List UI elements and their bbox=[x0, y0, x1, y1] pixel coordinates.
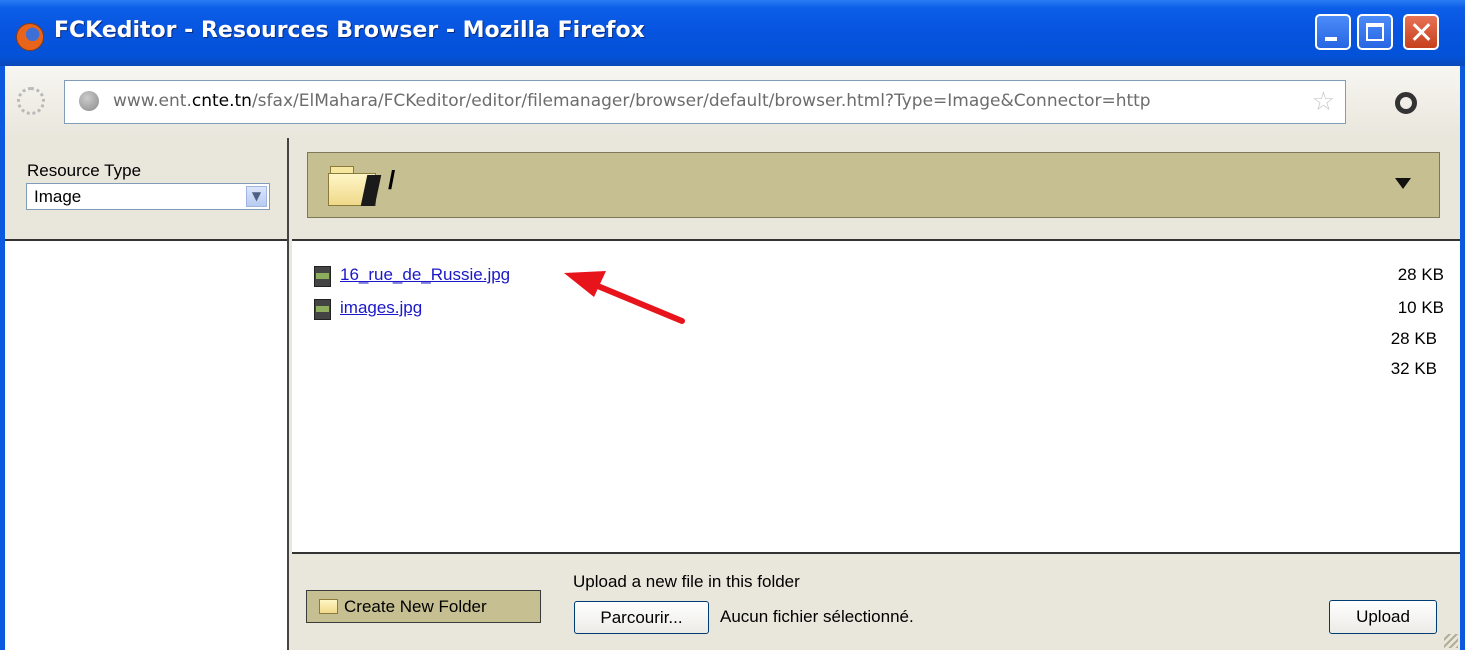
current-folder-path: / bbox=[388, 165, 396, 195]
file-row[interactable]: 16_rue_de_Russie.jpg 28 KB bbox=[314, 265, 1444, 287]
annotation-arrow-icon bbox=[564, 271, 685, 324]
close-icon bbox=[1405, 16, 1437, 48]
file-size: 10 KB bbox=[1397, 298, 1444, 317]
create-new-folder-label: Create New Folder bbox=[344, 597, 487, 616]
minimize-icon bbox=[1325, 37, 1337, 41]
upload-toolbar: Create New Folder Upload a new file in t… bbox=[292, 552, 1460, 650]
resource-type-select[interactable]: Image ▼ bbox=[26, 183, 270, 210]
folder-open-icon bbox=[328, 166, 382, 206]
close-button[interactable] bbox=[1403, 14, 1439, 50]
no-file-status: Aucun fichier sélectionné. bbox=[720, 607, 914, 626]
upload-button[interactable]: Upload bbox=[1329, 600, 1437, 634]
firefox-icon bbox=[16, 23, 44, 51]
file-size: 28 KB bbox=[1397, 265, 1444, 284]
resource-type-label: Resource Type bbox=[27, 161, 142, 180]
addon-icon[interactable] bbox=[1395, 92, 1417, 114]
site-identity-icon[interactable] bbox=[79, 91, 99, 111]
chevron-down-icon[interactable]: ▼ bbox=[246, 186, 267, 207]
upload-label: Upload a new file in this folder bbox=[573, 572, 800, 591]
maximize-icon bbox=[1366, 23, 1384, 41]
folder-dropdown-icon[interactable] bbox=[1395, 178, 1411, 189]
bookmark-star-icon[interactable]: ☆ bbox=[1312, 87, 1335, 117]
url-text[interactable]: www.ent.cnte.tn/sfax/ElMahara/FCKeditor/… bbox=[113, 91, 1151, 111]
resource-type-value: Image bbox=[34, 187, 82, 206]
navigation-bar: www.ent.cnte.tn/sfax/ElMahara/FCKeditor/… bbox=[5, 66, 1460, 139]
file-link[interactable]: images.jpg bbox=[340, 298, 422, 318]
resource-type-panel: Resource Type Image ▼ bbox=[5, 138, 287, 241]
create-new-folder-button[interactable]: Create New Folder bbox=[306, 590, 541, 623]
file-list: 16_rue_de_Russie.jpg 28 KB images.jpg 10… bbox=[292, 241, 1460, 552]
resources-browser: Resource Type Image ▼ / 16_rue_de_Russie… bbox=[5, 138, 1460, 650]
loading-throbber-icon bbox=[17, 87, 45, 115]
window-title: FCKeditor - Resources Browser - Mozilla … bbox=[54, 18, 645, 43]
url-host: cnte.tn bbox=[191, 91, 252, 111]
minimize-button[interactable] bbox=[1315, 14, 1351, 50]
url-path: /sfax/ElMahara/FCKeditor/editor/filemana… bbox=[251, 91, 1151, 111]
folder-icon bbox=[319, 599, 338, 614]
browser-window: FCKeditor - Resources Browser - Mozilla … bbox=[0, 0, 1465, 650]
current-folder-bar[interactable]: / bbox=[307, 152, 1440, 218]
title-bar[interactable]: FCKeditor - Resources Browser - Mozilla … bbox=[0, 0, 1465, 66]
folder-tree-pane bbox=[5, 241, 287, 650]
browse-button[interactable]: Parcourir... bbox=[574, 601, 709, 634]
address-bar[interactable]: www.ent.cnte.tn/sfax/ElMahara/FCKeditor/… bbox=[64, 80, 1346, 124]
file-row[interactable]: images.jpg 10 KB bbox=[314, 298, 1444, 320]
file-link[interactable]: 16_rue_de_Russie.jpg bbox=[340, 265, 510, 285]
file-size: 32 KB bbox=[1390, 359, 1437, 378]
url-prefix: www.ent. bbox=[113, 91, 192, 111]
jpg-file-icon bbox=[314, 266, 331, 287]
maximize-button[interactable] bbox=[1357, 14, 1393, 50]
current-folder-panel: / bbox=[292, 138, 1460, 241]
file-size: 28 KB bbox=[1390, 329, 1437, 348]
resize-grip-icon[interactable] bbox=[1444, 634, 1458, 648]
jpg-file-icon bbox=[314, 299, 331, 320]
